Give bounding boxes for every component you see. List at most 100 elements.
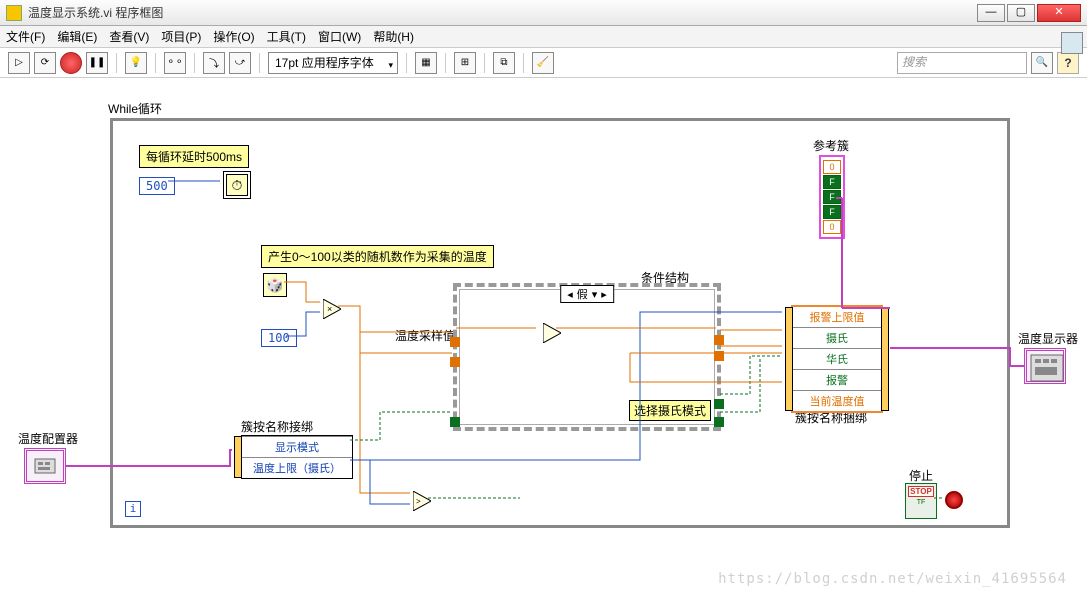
distribute-button[interactable]: ⊞ bbox=[454, 52, 476, 74]
search-input[interactable]: 搜索 bbox=[897, 52, 1027, 74]
menu-window[interactable]: 窗口(W) bbox=[318, 28, 361, 45]
ref-cell-3: F bbox=[823, 205, 841, 219]
case-tunnel-in-1 bbox=[450, 337, 460, 347]
reorder-button[interactable]: ⧉ bbox=[493, 52, 515, 74]
case-tunnel-in-2 bbox=[450, 357, 460, 367]
abort-button[interactable] bbox=[60, 52, 82, 74]
unbundle-label: 簇按名称接绑 bbox=[241, 418, 313, 435]
highlight-exec-button[interactable]: 💡 bbox=[125, 52, 147, 74]
block-diagram-canvas[interactable]: While循环 每循环延时500ms 500 ⏱ 产生0～100以类的随机数作为… bbox=[0, 78, 1087, 595]
multiply-node[interactable]: × bbox=[323, 299, 341, 319]
bundle-row-1[interactable]: 报警上限值 bbox=[793, 307, 881, 328]
sample-label: 温度采样值 bbox=[395, 327, 455, 344]
config-label: 温度配置器 bbox=[18, 430, 78, 447]
run-button[interactable]: ▷ bbox=[8, 52, 30, 74]
separator bbox=[116, 53, 117, 73]
menu-project[interactable]: 项目(P) bbox=[161, 28, 201, 45]
retain-wire-button[interactable]: ⚬⚬ bbox=[164, 52, 186, 74]
random-comment: 产生0～100以类的随机数作为采集的温度 bbox=[261, 245, 494, 268]
ref-cell-0: 0 bbox=[823, 160, 841, 174]
ref-cell-2: F bbox=[823, 190, 841, 204]
minimize-button[interactable]: — bbox=[977, 4, 1005, 22]
window-title: 温度显示系统.vi 程序框图 bbox=[28, 4, 975, 21]
stop-tf: TF bbox=[906, 499, 936, 506]
loop-condition-terminal[interactable] bbox=[945, 491, 963, 509]
separator bbox=[523, 53, 524, 73]
case-prev-icon[interactable]: ◂ bbox=[567, 288, 573, 301]
stop-label: 停止 bbox=[909, 467, 933, 484]
watermark: https://blog.csdn.net/weixin_41695564 bbox=[718, 571, 1067, 587]
menu-bar: 文件(F) 编辑(E) 查看(V) 项目(P) 操作(O) 工具(T) 窗口(W… bbox=[0, 26, 1087, 48]
toolbar: ▷ ⟳ ❚❚ 💡 ⚬⚬ ⤵ ⤻ 17pt 应用程序字体 ▦ ⊞ ⧉ 🧹 搜索 🔍… bbox=[0, 48, 1087, 78]
separator bbox=[445, 53, 446, 73]
case-next-icon[interactable]: ▸ bbox=[601, 288, 607, 301]
bundle-row-3[interactable]: 华氏 bbox=[793, 349, 881, 370]
case-selector[interactable]: ◂ 假 ▾ ▸ bbox=[560, 285, 614, 303]
case-tunnel-out-1 bbox=[714, 335, 724, 345]
ref-cell-4: 0 bbox=[823, 220, 841, 234]
step-over-button[interactable]: ⤻ bbox=[229, 52, 251, 74]
stop-text: STOP bbox=[908, 486, 934, 497]
case-value: 假 bbox=[577, 286, 588, 302]
pass-node-1[interactable] bbox=[543, 323, 561, 343]
unbundle-node[interactable]: 显示模式 温度上限（摄氏） bbox=[241, 435, 353, 479]
pause-button[interactable]: ❚❚ bbox=[86, 52, 108, 74]
align-button[interactable]: ▦ bbox=[415, 52, 437, 74]
case-structure[interactable]: ◂ 假 ▾ ▸ 选择摄氏模式 bbox=[453, 283, 721, 431]
bundle-row-5[interactable]: 当前温度值 bbox=[793, 391, 881, 411]
case-tunnel-out-2 bbox=[714, 351, 724, 361]
menu-tools[interactable]: 工具(T) bbox=[267, 28, 306, 45]
unbundle-row-1[interactable]: 显示模式 bbox=[242, 436, 352, 457]
separator bbox=[194, 53, 195, 73]
const-500[interactable]: 500 bbox=[139, 177, 175, 195]
svg-text:>: > bbox=[416, 497, 421, 506]
bundle-node[interactable]: 报警上限值 摄氏 华氏 报警 当前温度值 bbox=[791, 305, 883, 413]
bundle-row-2[interactable]: 摄氏 bbox=[793, 328, 881, 349]
separator bbox=[155, 53, 156, 73]
config-control[interactable] bbox=[24, 448, 66, 484]
display-indicator[interactable] bbox=[1024, 348, 1066, 384]
wait-ms-node[interactable]: ⏱ bbox=[223, 171, 251, 199]
font-selector[interactable]: 17pt 应用程序字体 bbox=[268, 52, 398, 74]
bundle-row-4[interactable]: 报警 bbox=[793, 370, 881, 391]
cluster-icon bbox=[1029, 353, 1065, 383]
maximize-button[interactable]: ▢ bbox=[1007, 4, 1035, 22]
random-node[interactable]: 🎲 bbox=[263, 273, 287, 297]
separator bbox=[259, 53, 260, 73]
unbundle-handle bbox=[234, 436, 242, 478]
ref-cluster[interactable]: 0 F F F 0 bbox=[819, 155, 845, 239]
case-selector-terminal bbox=[450, 417, 460, 427]
unbundle-row-2[interactable]: 温度上限（摄氏） bbox=[242, 457, 352, 478]
while-loop-label: While循环 bbox=[108, 100, 162, 117]
search-icon[interactable]: 🔍 bbox=[1031, 52, 1053, 74]
app-icon bbox=[6, 5, 22, 21]
window-titlebar: 温度显示系统.vi 程序框图 — ▢ ✕ bbox=[0, 0, 1087, 26]
menu-file[interactable]: 文件(F) bbox=[6, 28, 45, 45]
bundle-handle-r bbox=[881, 307, 889, 411]
case-dropdown-icon[interactable]: ▾ bbox=[592, 288, 598, 301]
const-100[interactable]: 100 bbox=[261, 329, 297, 347]
context-help-icon[interactable] bbox=[1061, 32, 1083, 54]
stop-terminal[interactable]: STOP TF bbox=[905, 483, 937, 519]
cleanup-button[interactable]: 🧹 bbox=[532, 52, 554, 74]
compare-node[interactable]: > bbox=[413, 491, 431, 511]
display-label: 温度显示器 bbox=[1018, 330, 1078, 347]
svg-text:×: × bbox=[327, 304, 332, 314]
menu-help[interactable]: 帮助(H) bbox=[373, 28, 414, 45]
menu-edit[interactable]: 编辑(E) bbox=[57, 28, 97, 45]
bundle-handle-l bbox=[785, 307, 793, 411]
help-button[interactable]: ? bbox=[1057, 52, 1079, 74]
close-button[interactable]: ✕ bbox=[1037, 4, 1081, 22]
case-note: 选择摄氏模式 bbox=[629, 400, 711, 421]
case-tunnel-out-4 bbox=[714, 417, 724, 427]
delay-comment: 每循环延时500ms bbox=[139, 145, 249, 168]
iteration-terminal: i bbox=[125, 501, 141, 517]
ref-cluster-label: 参考簇 bbox=[813, 137, 849, 154]
while-loop[interactable]: 每循环延时500ms 500 ⏱ 产生0～100以类的随机数作为采集的温度 🎲 … bbox=[110, 118, 1010, 528]
step-into-button[interactable]: ⤵ bbox=[203, 52, 225, 74]
ref-cell-1: F bbox=[823, 175, 841, 189]
menu-operate[interactable]: 操作(O) bbox=[213, 28, 254, 45]
menu-view[interactable]: 查看(V) bbox=[109, 28, 149, 45]
run-cont-button[interactable]: ⟳ bbox=[34, 52, 56, 74]
separator bbox=[484, 53, 485, 73]
